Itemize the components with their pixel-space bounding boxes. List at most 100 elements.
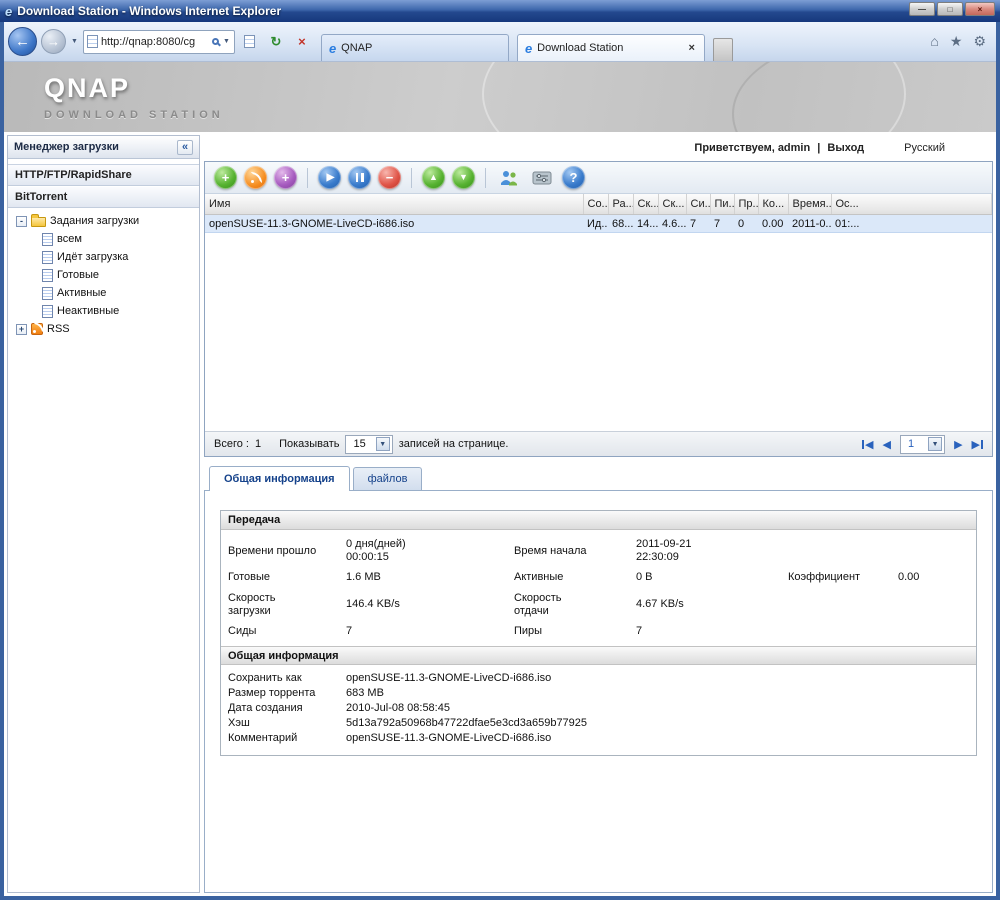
sidebar-section-http-ftp-rapidshare[interactable]: HTTP/FTP/RapidShare	[8, 164, 199, 186]
add-url-button[interactable]: +	[274, 166, 297, 189]
new-tab-button[interactable]	[713, 38, 733, 61]
sidebar-section-bittorrent[interactable]: BitTorrent	[8, 186, 199, 208]
detail-box: Передача Времени прошло 0 дня(дней) 00:0…	[220, 510, 977, 756]
tree-collapse-icon[interactable]: -	[16, 216, 27, 227]
tab-files[interactable]: файлов	[353, 467, 423, 490]
total-label: Всего :	[214, 438, 249, 450]
column-header-time[interactable]: Время...	[788, 194, 831, 214]
column-header-seeds[interactable]: Си...	[686, 194, 710, 214]
tree-item-label: всем	[57, 233, 82, 245]
downloads-table: Имя Со... Ра... Ск... Ск... Си... Пи... …	[205, 194, 992, 233]
tab-download-station[interactable]: e Download Station ×	[517, 34, 705, 61]
priority-down-button[interactable]: ▼	[452, 166, 475, 189]
toolbar-separator	[485, 168, 486, 188]
language-selector[interactable]: Русский	[904, 142, 945, 154]
cell-peers: 7	[710, 214, 734, 233]
start-task-button[interactable]: ▶	[318, 166, 341, 189]
tree-node-rss[interactable]: + RSS	[10, 320, 197, 338]
history-dropdown-icon[interactable]: ▼	[70, 38, 79, 45]
list-icon	[42, 233, 53, 246]
remove-task-button[interactable]: −	[378, 166, 401, 189]
page-number-value: 1	[908, 438, 914, 450]
first-page-button[interactable]: ◀	[862, 438, 873, 451]
column-header-remaining[interactable]: Ос...	[831, 194, 992, 214]
column-header-ratio[interactable]: Ко...	[758, 194, 788, 214]
priority-up-button[interactable]: ▲	[422, 166, 445, 189]
tree-item-completed[interactable]: Готовые	[10, 266, 197, 284]
home-icon[interactable]: ⌂	[930, 33, 938, 50]
address-text[interactable]: http://qnap:8080/cg	[101, 36, 209, 48]
chevron-down-icon[interactable]: ▼	[928, 437, 942, 451]
tree-item-inactive[interactable]: Неактивные	[10, 302, 197, 320]
page-icon	[87, 35, 98, 48]
minimize-button[interactable]: —	[909, 2, 935, 16]
transfer-section-header: Передача	[221, 511, 976, 530]
tree-expand-icon[interactable]: +	[16, 324, 27, 335]
field-label: Дата создания	[228, 702, 346, 714]
welcome-text: Приветствуем, admin	[694, 142, 810, 154]
settings-gear-icon[interactable]: ⚙	[973, 33, 986, 50]
column-header-status[interactable]: Со...	[583, 194, 608, 214]
general-info-section-header: Общая информация	[221, 646, 976, 665]
pager: ◀ ◀ 1 ▼ ▶ ▶	[862, 435, 983, 454]
table-row[interactable]: openSUSE-11.3-GNOME-LiveCD-i686.iso Ид..…	[205, 214, 992, 233]
favorites-icon[interactable]: ★	[950, 33, 963, 50]
chevron-down-icon[interactable]: ▼	[376, 437, 390, 451]
cell-time: 2011-0...	[788, 214, 831, 233]
field-value: 146.4 KB/s	[346, 598, 514, 611]
compatibility-view-button[interactable]	[239, 31, 261, 53]
next-page-button[interactable]: ▶	[954, 438, 962, 451]
field-label: Активные	[514, 571, 636, 584]
list-icon	[42, 287, 53, 300]
column-header-peers[interactable]: Пи...	[710, 194, 734, 214]
pause-task-button[interactable]	[348, 166, 371, 189]
tree-item-label: Готовые	[57, 269, 99, 281]
settings-button[interactable]	[529, 166, 555, 189]
prev-page-button[interactable]: ◀	[882, 438, 890, 451]
column-header-priority[interactable]: Пр...	[734, 194, 758, 214]
tab-general-info[interactable]: Общая информация	[209, 466, 350, 491]
column-header-down-speed[interactable]: Ск...	[633, 194, 658, 214]
close-button[interactable]: ×	[965, 2, 995, 16]
tree-item-all[interactable]: всем	[10, 230, 197, 248]
qnap-logo: QNAP	[44, 73, 996, 104]
field-value: 4.67 KB/s	[636, 598, 788, 611]
bar-icon	[981, 440, 983, 449]
tree-item-active[interactable]: Активные	[10, 284, 197, 302]
rss-icon	[31, 323, 43, 335]
tab-qnap[interactable]: e QNAP	[321, 34, 509, 61]
tree-item-label: Неактивные	[57, 305, 119, 317]
column-header-name[interactable]: Имя	[205, 194, 583, 214]
add-rss-feed-button[interactable]	[244, 166, 267, 189]
column-header-up-speed[interactable]: Ск...	[658, 194, 686, 214]
page-number-input[interactable]: 1 ▼	[900, 435, 945, 454]
field-value: openSUSE-11.3-GNOME-LiveCD-i686.iso	[346, 672, 969, 684]
tree-node-download-tasks[interactable]: - Задания загрузки	[10, 212, 197, 230]
help-button[interactable]: ?	[562, 166, 585, 189]
address-bar[interactable]: http://qnap:8080/cg ▼	[83, 30, 235, 54]
logout-link[interactable]: Выход	[827, 142, 864, 154]
stop-button[interactable]: ×	[291, 31, 313, 53]
ie-icon: e	[525, 42, 532, 55]
total-count: 1	[255, 438, 261, 450]
peers-button[interactable]	[496, 166, 522, 189]
tree-node-label: RSS	[47, 323, 70, 335]
back-button[interactable]: ←	[8, 27, 37, 56]
page-size-select[interactable]: 15 ▼	[345, 435, 392, 454]
list-icon	[42, 305, 53, 318]
forward-button[interactable]: →	[41, 29, 66, 54]
field-value: 683 MB	[346, 687, 969, 699]
tree-item-downloading[interactable]: Идёт загрузка	[10, 248, 197, 266]
address-dropdown-icon[interactable]: ▼	[222, 38, 231, 45]
downloads-panel: + + ▶ − ▲ ▼	[204, 161, 993, 457]
cell-down-speed: 14...	[633, 214, 658, 233]
add-download-button[interactable]: +	[214, 166, 237, 189]
maximize-button[interactable]: □	[937, 2, 963, 16]
table-empty-area	[205, 233, 992, 431]
column-header-size[interactable]: Ра...	[608, 194, 633, 214]
refresh-button[interactable]: ↻	[265, 31, 287, 53]
collapse-sidebar-button[interactable]: «	[177, 140, 193, 155]
last-page-button[interactable]: ▶	[972, 438, 983, 451]
settings-icon	[532, 170, 552, 186]
close-tab-icon[interactable]: ×	[687, 42, 697, 54]
